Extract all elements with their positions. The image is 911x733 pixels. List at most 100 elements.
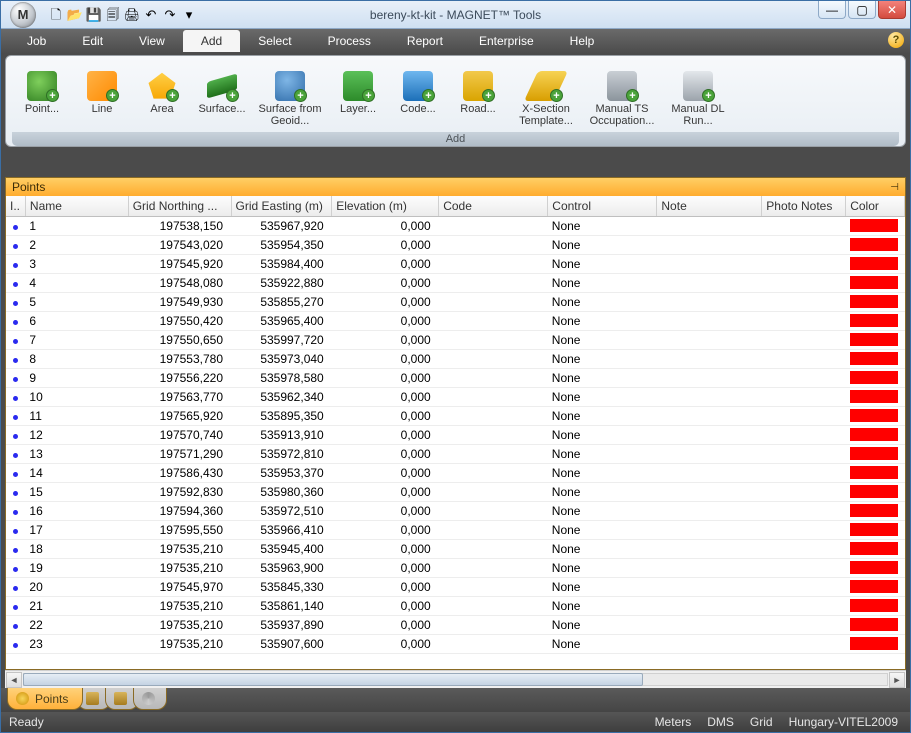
cell-name[interactable]: 2 [25, 235, 128, 254]
table-row[interactable]: 13197571,290535972,8100,000None [6, 444, 905, 463]
cell-easting[interactable]: 535845,330 [231, 577, 332, 596]
cell-easting[interactable]: 535922,880 [231, 273, 332, 292]
cell-code[interactable] [439, 273, 548, 292]
ribbon-manual-ts-occupation-[interactable]: +Manual TS Occupation... [584, 60, 660, 130]
scroll-left-arrow[interactable]: ◄ [6, 672, 22, 688]
cell-color[interactable] [846, 577, 905, 596]
col-header[interactable]: Grid Northing ... [128, 196, 231, 216]
cell-name[interactable]: 9 [25, 368, 128, 387]
cell-easting[interactable]: 535980,360 [231, 482, 332, 501]
menu-view[interactable]: View [121, 30, 183, 52]
table-row[interactable]: 1197538,150535967,9200,000None [6, 216, 905, 235]
cell-northing[interactable]: 197545,970 [128, 577, 231, 596]
cell-northing[interactable]: 197550,420 [128, 311, 231, 330]
cell-easting[interactable]: 535973,040 [231, 349, 332, 368]
cell-northing[interactable]: 197553,780 [128, 349, 231, 368]
cell-color[interactable] [846, 406, 905, 425]
cell-control[interactable]: None [548, 349, 657, 368]
cell-control[interactable]: None [548, 634, 657, 653]
cell-elevation[interactable]: 0,000 [332, 387, 439, 406]
cell-color[interactable] [846, 368, 905, 387]
cell-note[interactable] [657, 463, 762, 482]
cell-photo-notes[interactable] [762, 273, 846, 292]
minimize-button[interactable]: — [818, 1, 846, 19]
cell-easting[interactable]: 535937,890 [231, 615, 332, 634]
maximize-button[interactable]: ▢ [848, 1, 876, 19]
menu-help[interactable]: Help [552, 30, 613, 52]
cell-northing[interactable]: 197550,650 [128, 330, 231, 349]
cell-name[interactable]: 1 [25, 216, 128, 235]
ribbon-surface-[interactable]: +Surface... [192, 60, 252, 130]
cell-northing[interactable]: 197535,210 [128, 615, 231, 634]
cell-northing[interactable]: 197535,210 [128, 634, 231, 653]
qat-button-2[interactable]: 💾 [85, 6, 103, 24]
cell-control[interactable]: None [548, 425, 657, 444]
col-header[interactable]: I.. [6, 196, 25, 216]
cell-photo-notes[interactable] [762, 311, 846, 330]
cell-control[interactable]: None [548, 273, 657, 292]
cell-name[interactable]: 12 [25, 425, 128, 444]
cell-note[interactable] [657, 482, 762, 501]
cell-elevation[interactable]: 0,000 [332, 406, 439, 425]
cell-easting[interactable]: 535855,270 [231, 292, 332, 311]
cell-code[interactable] [439, 368, 548, 387]
table-row[interactable]: 18197535,210535945,4000,000None [6, 539, 905, 558]
cell-color[interactable] [846, 235, 905, 254]
cell-color[interactable] [846, 539, 905, 558]
cell-control[interactable]: None [548, 596, 657, 615]
cell-name[interactable]: 18 [25, 539, 128, 558]
ribbon-surface-from-geoid-[interactable]: +Surface from Geoid... [252, 60, 328, 130]
cell-easting[interactable]: 535966,410 [231, 520, 332, 539]
cell-elevation[interactable]: 0,000 [332, 539, 439, 558]
status-cell[interactable]: Meters [651, 715, 696, 729]
cell-control[interactable]: None [548, 235, 657, 254]
cell-name[interactable]: 19 [25, 558, 128, 577]
cell-color[interactable] [846, 482, 905, 501]
cell-photo-notes[interactable] [762, 615, 846, 634]
status-cell[interactable]: Grid [746, 715, 777, 729]
cell-elevation[interactable]: 0,000 [332, 463, 439, 482]
cell-note[interactable] [657, 273, 762, 292]
ribbon-line[interactable]: +Line [72, 60, 132, 130]
cell-elevation[interactable]: 0,000 [332, 501, 439, 520]
cell-northing[interactable]: 197545,920 [128, 254, 231, 273]
cell-easting[interactable]: 535997,720 [231, 330, 332, 349]
cell-control[interactable]: None [548, 615, 657, 634]
cell-photo-notes[interactable] [762, 368, 846, 387]
cell-code[interactable] [439, 254, 548, 273]
cell-note[interactable] [657, 520, 762, 539]
cell-note[interactable] [657, 235, 762, 254]
cell-easting[interactable]: 535967,920 [231, 216, 332, 235]
cell-photo-notes[interactable] [762, 463, 846, 482]
cell-note[interactable] [657, 330, 762, 349]
cell-color[interactable] [846, 444, 905, 463]
cell-name[interactable]: 14 [25, 463, 128, 482]
cell-elevation[interactable]: 0,000 [332, 615, 439, 634]
table-row[interactable]: 23197535,210535907,6000,000None [6, 634, 905, 653]
cell-code[interactable] [439, 425, 548, 444]
cell-elevation[interactable]: 0,000 [332, 330, 439, 349]
cell-code[interactable] [439, 349, 548, 368]
cell-name[interactable]: 15 [25, 482, 128, 501]
table-row[interactable]: 21197535,210535861,1400,000None [6, 596, 905, 615]
app-logo[interactable]: M [3, 2, 43, 28]
cell-note[interactable] [657, 425, 762, 444]
cell-photo-notes[interactable] [762, 216, 846, 235]
cell-name[interactable]: 4 [25, 273, 128, 292]
cell-elevation[interactable]: 0,000 [332, 444, 439, 463]
cell-elevation[interactable]: 0,000 [332, 349, 439, 368]
cell-color[interactable] [846, 558, 905, 577]
cell-note[interactable] [657, 634, 762, 653]
pin-icon[interactable]: ⊣ [890, 182, 899, 193]
qat-button-0[interactable]: 🗋 [47, 6, 65, 24]
cell-northing[interactable]: 197571,290 [128, 444, 231, 463]
cell-northing[interactable]: 197592,830 [128, 482, 231, 501]
cell-easting[interactable]: 535972,510 [231, 501, 332, 520]
cell-color[interactable] [846, 273, 905, 292]
cell-code[interactable] [439, 558, 548, 577]
cell-northing[interactable]: 197594,360 [128, 501, 231, 520]
table-row[interactable]: 7197550,650535997,7200,000None [6, 330, 905, 349]
cell-elevation[interactable]: 0,000 [332, 254, 439, 273]
cell-code[interactable] [439, 235, 548, 254]
cell-color[interactable] [846, 330, 905, 349]
